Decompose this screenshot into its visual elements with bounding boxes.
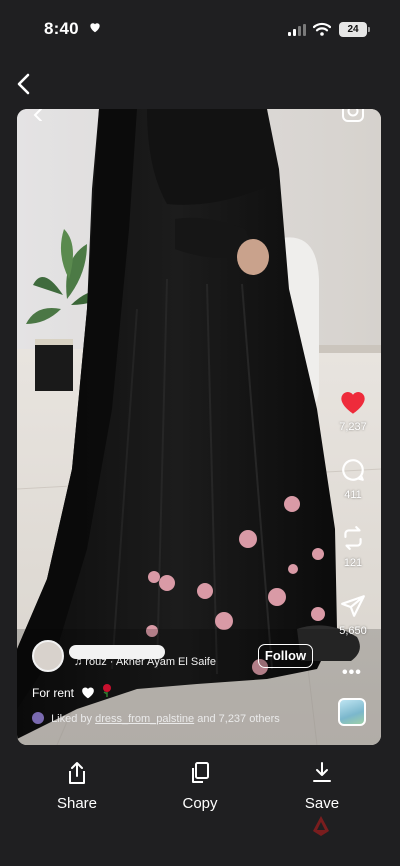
- copy-icon: [192, 762, 209, 783]
- send-action[interactable]: 5,650: [331, 593, 375, 637]
- reposts-count: 121: [343, 557, 363, 569]
- follow-button[interactable]: Follow: [258, 644, 313, 668]
- liked-by-user[interactable]: dress_from_palstine: [95, 713, 194, 725]
- chevron-left-icon[interactable]: [31, 109, 45, 121]
- save-label: Save: [304, 795, 340, 812]
- reel-post-card[interactable]: 7,237 411 121 5,650 ♫ rouz · Akher Ayam …: [17, 109, 381, 745]
- battery-tip: [368, 27, 370, 32]
- audio-thumbnail[interactable]: [338, 698, 366, 726]
- heart-status-icon: [90, 23, 100, 33]
- camera-icon[interactable]: [341, 109, 365, 123]
- save-button[interactable]: Save: [277, 760, 367, 812]
- liked-by-prefix: Liked by: [51, 713, 93, 725]
- likes-count: 7,237: [339, 421, 367, 433]
- wifi-icon: [313, 22, 331, 36]
- heart-icon[interactable]: [339, 389, 367, 415]
- watermark-logo-icon: [313, 816, 329, 836]
- comment-icon[interactable]: [340, 457, 366, 483]
- liked-by-suffix: and 7,237 others: [197, 713, 280, 725]
- comments-count: 411: [344, 489, 362, 501]
- share-button[interactable]: Share: [32, 760, 122, 812]
- save-icon: [313, 762, 331, 782]
- repost-icon[interactable]: [340, 525, 366, 551]
- status-bar: 8:40 24: [0, 0, 400, 60]
- caption-text: For rent: [32, 686, 75, 700]
- bottom-toolbar: Share Copy Save: [0, 760, 400, 830]
- liked-by-row[interactable]: Liked by dress_from_palstine and 7,237 o…: [32, 712, 280, 725]
- status-time: 8:40: [44, 19, 79, 38]
- send-icon[interactable]: [340, 593, 366, 619]
- caption[interactable]: For rent: [32, 683, 113, 700]
- back-icon[interactable]: [12, 70, 38, 98]
- share-label: Share: [56, 795, 98, 812]
- copy-button[interactable]: Copy: [155, 760, 245, 812]
- shares-count: 5,650: [339, 625, 367, 637]
- white-heart-icon: [82, 687, 95, 699]
- copy-label: Copy: [182, 795, 218, 812]
- more-options-icon[interactable]: •••: [342, 664, 362, 682]
- share-icon: [69, 762, 85, 784]
- like-action[interactable]: 7,237: [331, 389, 375, 433]
- cellular-signal-icon: [288, 24, 306, 36]
- music-track[interactable]: ♫ rouz · Akher Ayam El Saife: [74, 656, 216, 668]
- liked-by-avatar: [32, 712, 44, 724]
- battery-indicator: 24: [339, 22, 367, 37]
- avatar[interactable]: [32, 640, 64, 672]
- rose-icon: [102, 684, 111, 697]
- repost-action[interactable]: 121: [331, 525, 375, 569]
- comment-action[interactable]: 411: [331, 457, 375, 501]
